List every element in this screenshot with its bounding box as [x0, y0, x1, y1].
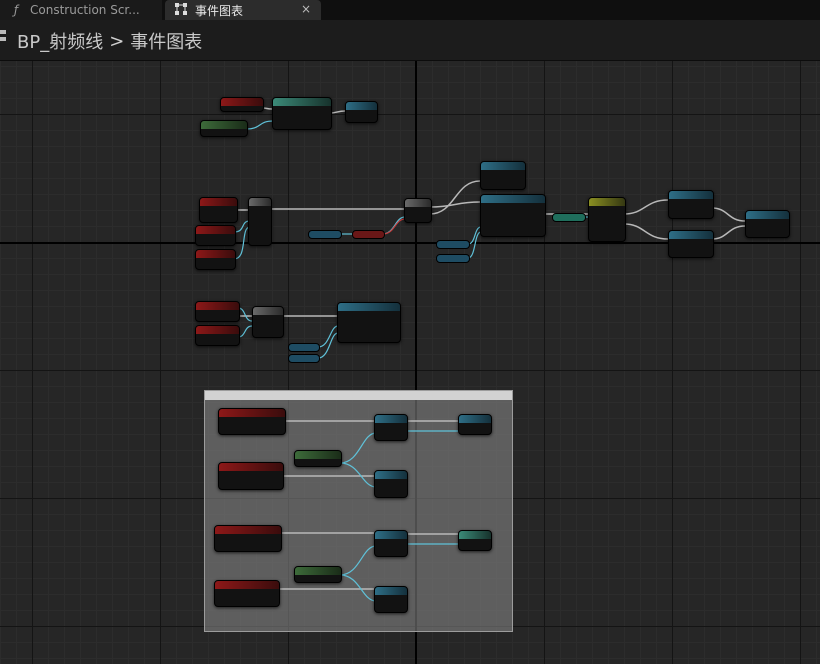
- set-material-node-2[interactable]: [337, 302, 401, 343]
- get-player-controller-node[interactable]: [294, 450, 342, 467]
- set-material-node[interactable]: [480, 194, 546, 237]
- variable-pill[interactable]: [308, 230, 342, 239]
- event-node-4[interactable]: [195, 301, 240, 322]
- close-icon[interactable]: ×: [301, 2, 311, 16]
- tab-label: Construction Scr...: [30, 3, 140, 17]
- event-node-5[interactable]: [195, 325, 240, 346]
- event-on-end-cursor-over[interactable]: [218, 462, 284, 490]
- cast-to-player-controller-node[interactable]: [272, 97, 332, 130]
- event-on-end-cursor-over-2[interactable]: [214, 580, 280, 607]
- switch-node[interactable]: [588, 197, 626, 242]
- breadcrumb: BP_射频线 > 事件图表: [17, 28, 202, 54]
- graph-header: BP_射频线 > 事件图表: [0, 20, 820, 61]
- variable-pill-red[interactable]: [352, 230, 385, 239]
- variable-pill-green[interactable]: [552, 213, 586, 222]
- tab-label: 事件图表: [195, 3, 244, 18]
- tab-event-graph[interactable]: 事件图表 ×: [165, 0, 321, 20]
- event-tick-node[interactable]: [199, 197, 238, 223]
- event-graph-icon: [173, 2, 189, 18]
- event-on-begin-cursor-over-2[interactable]: [214, 525, 282, 552]
- set-variable-node[interactable]: [345, 101, 378, 123]
- flip-flop-node[interactable]: [252, 306, 284, 338]
- get-player-controller-node[interactable]: [294, 566, 342, 583]
- graph-canvas[interactable]: [0, 61, 820, 664]
- function-node-c[interactable]: [745, 210, 790, 238]
- variable-pill[interactable]: [436, 240, 470, 249]
- wires-layer: [233, 107, 746, 602]
- event-on-begin-cursor-over[interactable]: [218, 408, 286, 435]
- set-node[interactable]: [374, 470, 408, 498]
- variable-pill[interactable]: [436, 254, 470, 263]
- set-node[interactable]: [374, 530, 408, 557]
- breadcrumb-separator: >: [109, 30, 125, 52]
- event-node-begin-play[interactable]: [220, 97, 264, 112]
- tab-construction-script[interactable]: ƒ Construction Scr...: [0, 0, 162, 20]
- branch-node[interactable]: [404, 198, 432, 223]
- variable-pill[interactable]: [288, 343, 320, 352]
- set-node[interactable]: [374, 586, 408, 613]
- graph-icon: [0, 30, 6, 41]
- breadcrumb-root[interactable]: BP_射频线: [17, 28, 103, 54]
- tab-bar: ƒ Construction Scr... 事件图表 ×: [0, 0, 820, 20]
- sequence-node[interactable]: [248, 197, 272, 246]
- set-node[interactable]: [374, 414, 408, 441]
- set-node-small[interactable]: [458, 530, 492, 551]
- print-node-upper[interactable]: [480, 161, 526, 190]
- get-player-controller-node[interactable]: [200, 120, 248, 137]
- function-node-b[interactable]: [668, 230, 714, 258]
- variable-pill[interactable]: [288, 354, 320, 363]
- breadcrumb-current: 事件图表: [130, 32, 203, 53]
- event-node-3[interactable]: [195, 249, 236, 270]
- function-icon: ƒ: [13, 3, 19, 17]
- event-node-2[interactable]: [195, 225, 236, 246]
- set-node-small[interactable]: [458, 414, 492, 435]
- function-node-a[interactable]: [668, 190, 714, 219]
